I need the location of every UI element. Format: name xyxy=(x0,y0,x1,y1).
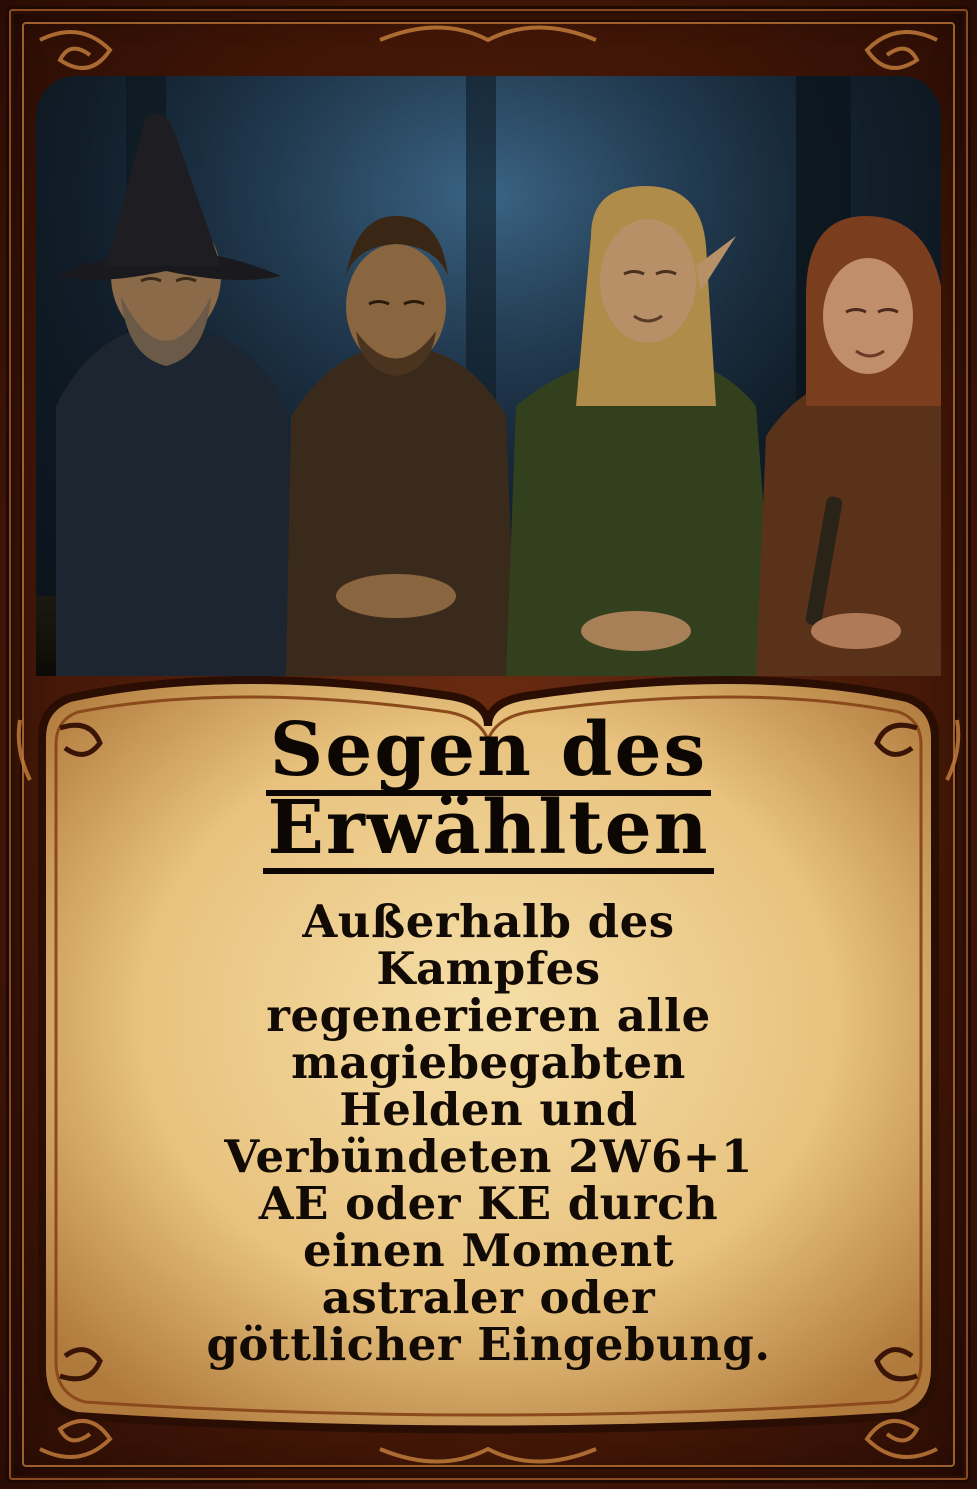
ornament-frame xyxy=(16,25,961,1464)
card: Segen des Erwählten Außerhalb des Kampfe… xyxy=(0,0,977,1489)
